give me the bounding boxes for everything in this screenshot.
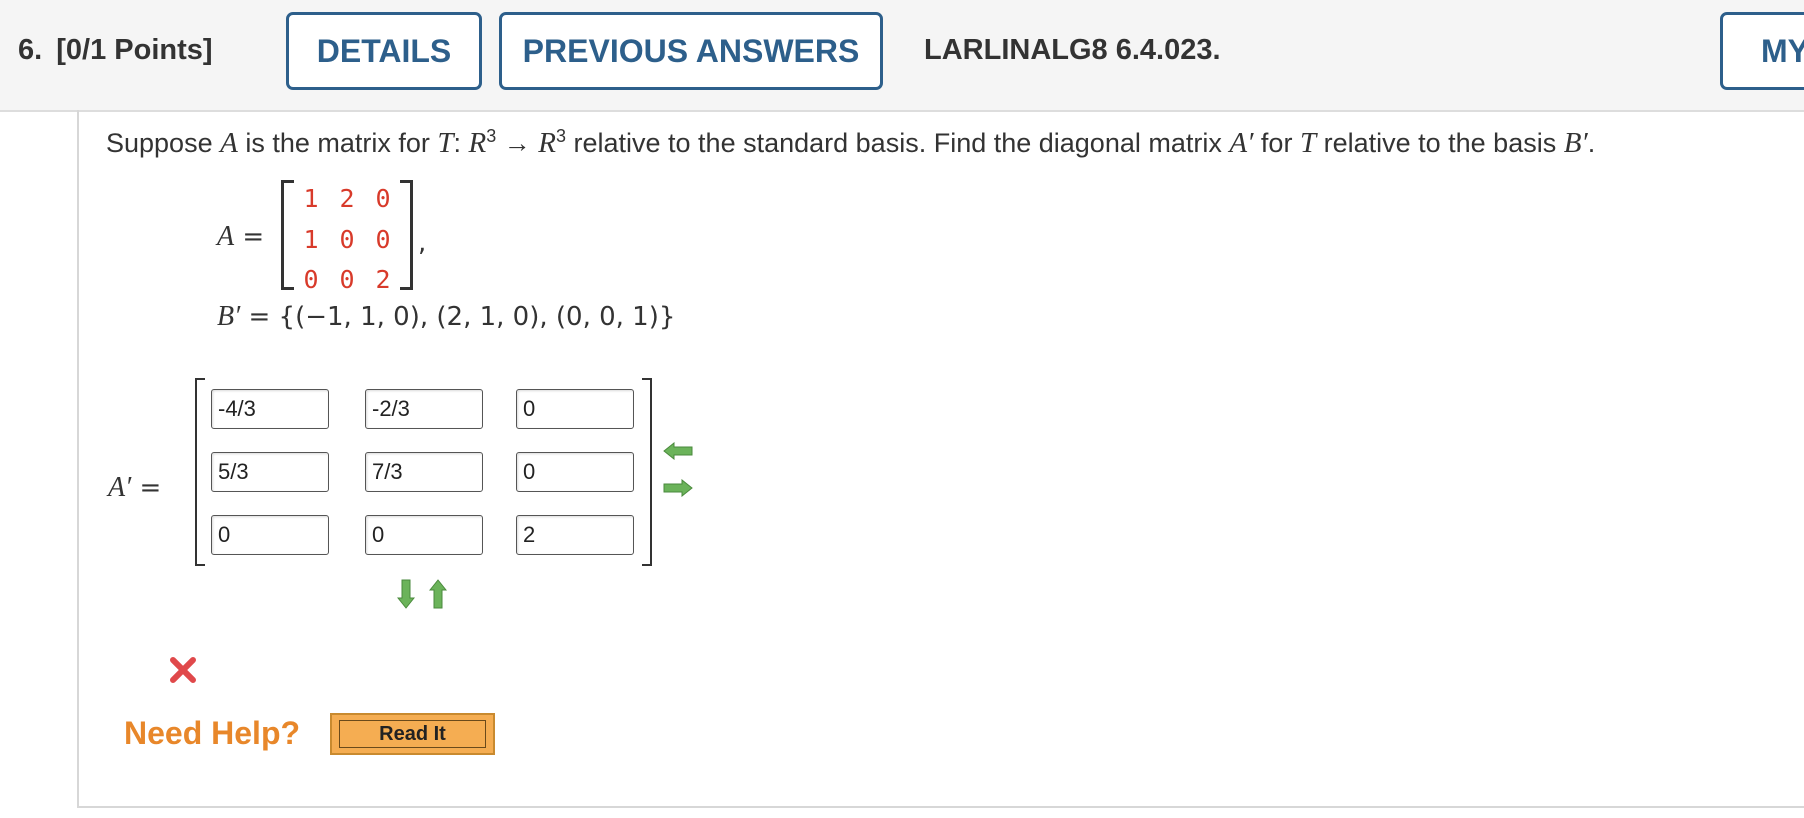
matrix-a-entry: 0 [339, 225, 355, 254]
matrix-a-symbol: A [217, 221, 235, 252]
prompt-var-t: T [1299, 127, 1317, 159]
read-it-button[interactable]: Read It [330, 713, 495, 755]
question-content-panel [77, 110, 1804, 808]
answer-left-bracket [195, 378, 205, 566]
question-reference: LARLINALG8 6.4.023. [924, 34, 1221, 66]
prompt-var-t: T [437, 127, 454, 159]
answer-cell-input[interactable] [365, 389, 483, 429]
prompt-exponent: 3 [486, 126, 497, 146]
answer-cell-input[interactable] [516, 389, 634, 429]
answer-cell-input[interactable] [211, 389, 329, 429]
question-prompt: Suppose A is the matrix for T: R3 → R3 r… [106, 126, 1595, 160]
matrix-a-entry: 1 [303, 184, 319, 213]
question-number: 6. [18, 34, 43, 66]
prompt-text: is the matrix for [237, 128, 438, 158]
equals-sign: = [131, 473, 162, 503]
details-button[interactable]: DETAILS [286, 12, 482, 90]
matrix-a-entry: 1 [303, 225, 319, 254]
answer-cell-input[interactable] [365, 515, 483, 555]
prompt-exponent: 3 [555, 126, 566, 146]
matrix-a-right-bracket [400, 180, 413, 290]
question-points: [0/1 Points] [56, 34, 213, 66]
prompt-var-r: R [468, 127, 487, 159]
answer-label: A′ = [108, 472, 161, 504]
previous-answers-button[interactable]: PREVIOUS ANSWERS [499, 12, 883, 90]
basis-definition: B′ = {(−1, 1, 0), (2, 1, 0), (0, 0, 1)} [217, 301, 675, 333]
question-title: 6. [0/1 Points] [18, 34, 213, 67]
insert-row-arrow-icon[interactable] [429, 578, 447, 610]
prompt-var-bprime: B′ [1563, 127, 1588, 159]
my-notes-button[interactable]: MY [1720, 12, 1804, 90]
prompt-text: Suppose [106, 128, 221, 158]
prompt-text: : [453, 128, 469, 158]
prompt-text: . [1587, 128, 1596, 158]
matrix-a-entry: 0 [339, 265, 355, 294]
equals-sign: = [234, 222, 265, 252]
incorrect-x-icon [170, 657, 196, 683]
answer-symbol: A′ [108, 472, 132, 503]
prompt-text: relative to the standard basis. Find the… [566, 128, 1230, 158]
matrix-a-entry: 2 [375, 265, 391, 294]
answer-cell-input[interactable] [211, 452, 329, 492]
prompt-var-r: R [538, 127, 556, 159]
prompt-var-a: A [220, 127, 238, 159]
read-it-label: Read It [339, 720, 486, 748]
insert-column-arrow-icon[interactable] [662, 442, 694, 460]
answer-cell-input[interactable] [516, 515, 634, 555]
question-header: 6. [0/1 Points] DETAILS PREVIOUS ANSWERS… [0, 0, 1804, 112]
matrix-a-left-bracket [281, 180, 294, 290]
prompt-arrow: → [496, 128, 539, 158]
matrix-a-entry: 2 [339, 184, 355, 213]
answer-right-bracket [642, 378, 652, 566]
matrix-a-comma: , [418, 228, 427, 258]
prompt-text: relative to the basis [1316, 128, 1564, 158]
prompt-var-aprime: A′ [1229, 127, 1254, 159]
need-help-label: Need Help? [124, 715, 301, 751]
remove-column-arrow-icon[interactable] [662, 479, 694, 497]
matrix-a-label: A = [217, 221, 264, 253]
answer-cell-input[interactable] [516, 452, 634, 492]
matrix-a-entry: 0 [303, 265, 319, 294]
prompt-text: for [1253, 128, 1300, 158]
matrix-a-entry: 0 [375, 225, 391, 254]
remove-row-arrow-icon[interactable] [397, 578, 415, 610]
basis-symbol: B′ [217, 301, 241, 332]
answer-cell-input[interactable] [211, 515, 329, 555]
basis-vectors: = {(−1, 1, 0), (2, 1, 0), (0, 0, 1)} [240, 302, 676, 332]
answer-cell-input[interactable] [365, 452, 483, 492]
matrix-a-entry: 0 [375, 184, 391, 213]
